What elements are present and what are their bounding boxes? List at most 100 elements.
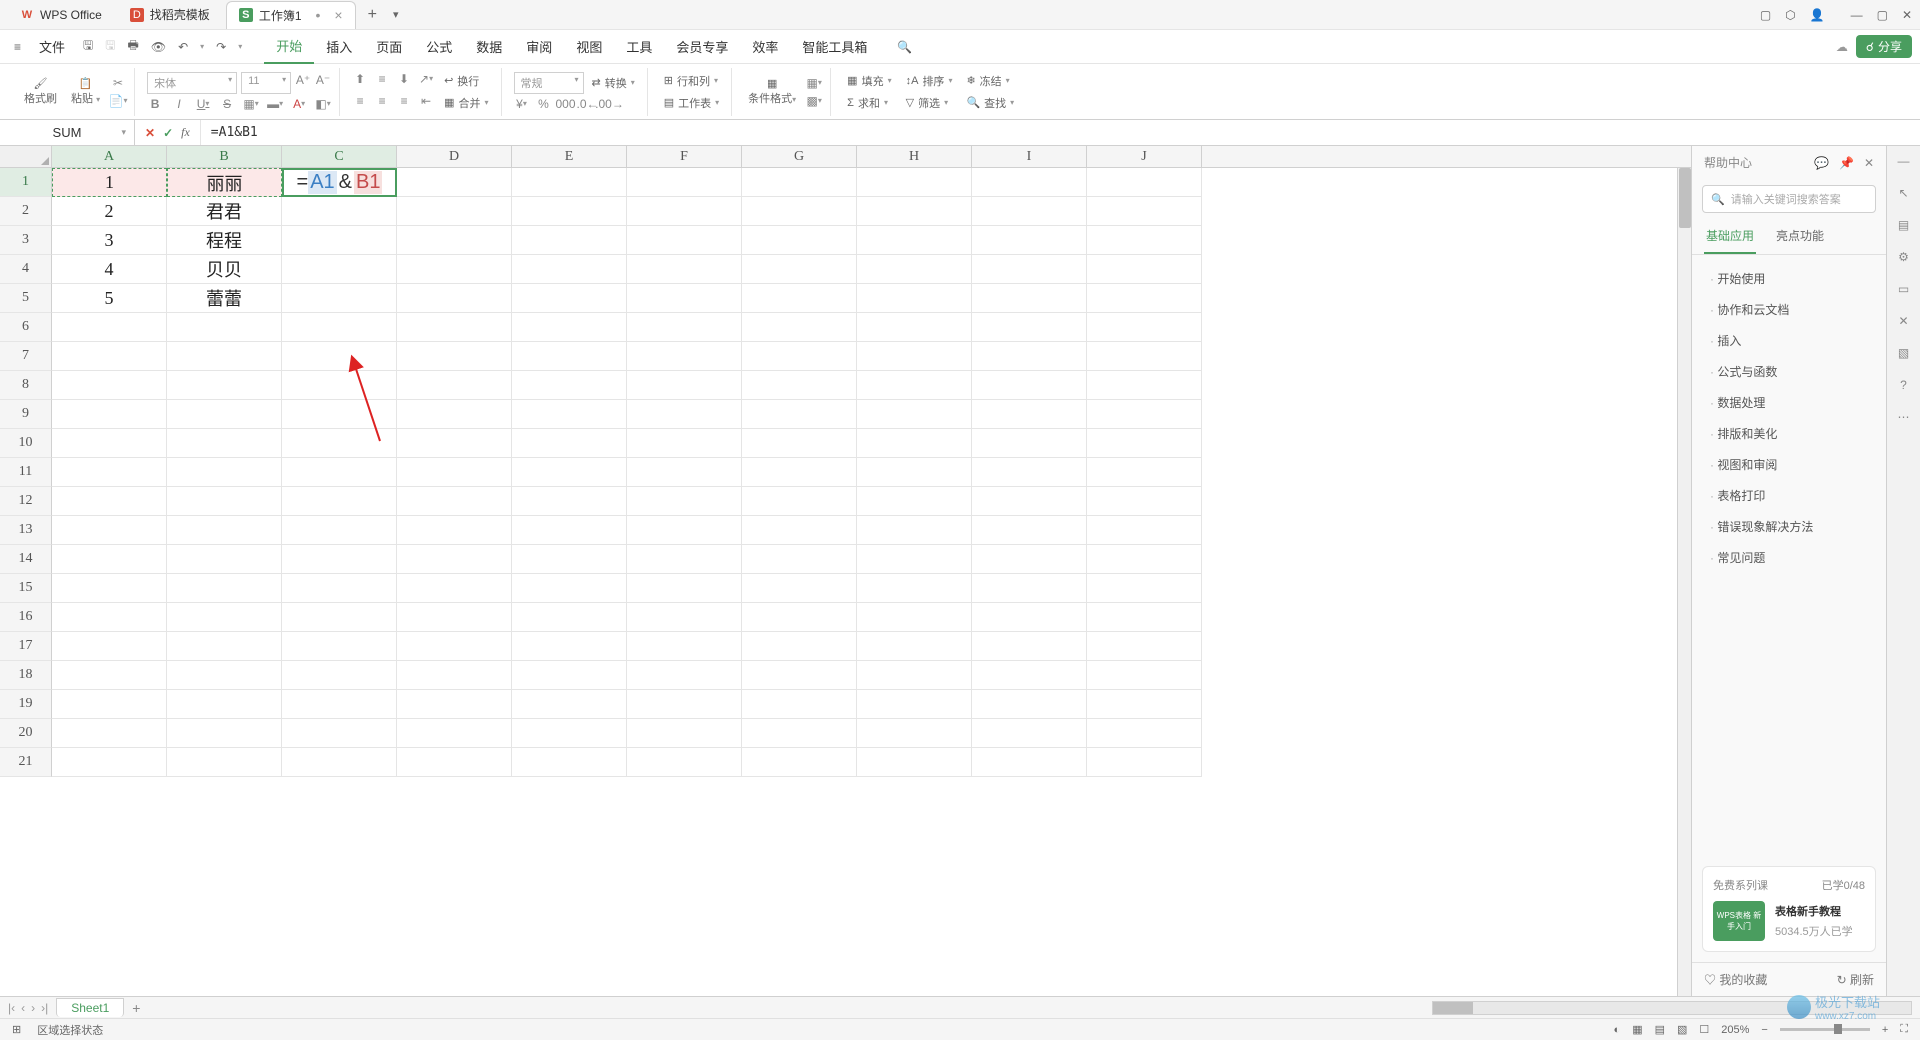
cell[interactable] [857,255,972,284]
cell[interactable] [627,690,742,719]
cell[interactable] [742,574,857,603]
comma-icon[interactable]: 000 [558,96,574,112]
select-all-corner[interactable] [0,146,52,167]
row-header[interactable]: 3 [0,226,52,255]
row-header[interactable]: 19 [0,690,52,719]
cell[interactable] [627,168,742,197]
menu-efficiency[interactable]: 效率 [740,30,790,64]
tab-close-icon[interactable]: • [316,7,321,23]
cell[interactable] [742,690,857,719]
cell[interactable] [742,487,857,516]
cell[interactable] [742,371,857,400]
cell[interactable] [1087,690,1202,719]
cell[interactable] [397,603,512,632]
cell[interactable]: 4 [52,255,167,284]
cell[interactable] [397,429,512,458]
cell[interactable] [742,748,857,777]
cell[interactable] [397,719,512,748]
scrollbar-thumb[interactable] [1679,168,1691,228]
filter-button[interactable]: ▽筛选▾ [902,93,957,113]
align-left-icon[interactable]: ≡ [352,93,368,109]
tab-docker-templates[interactable]: D 找稻壳模板 [118,1,222,29]
view-read-icon[interactable]: ☐ [1699,1023,1709,1036]
cell[interactable] [397,342,512,371]
find-button[interactable]: 🔍查找▾ [962,93,1018,113]
cell[interactable] [52,458,167,487]
cell[interactable] [397,226,512,255]
cell[interactable] [52,690,167,719]
cube-icon[interactable]: ⬡ [1785,8,1795,22]
maximize-button[interactable]: ▢ [1877,8,1888,22]
save-icon[interactable]: 🖫 [77,36,99,57]
cell[interactable] [167,719,282,748]
cell[interactable] [282,690,397,719]
col-header[interactable]: G [742,146,857,167]
horizontal-scrollbar[interactable] [1432,1001,1912,1015]
sheet-tab[interactable]: Sheet1 [56,998,124,1017]
help-item[interactable]: 协作和云文档 [1692,294,1886,325]
cell[interactable] [1087,342,1202,371]
cut-icon[interactable]: ✂ [110,75,126,91]
cell[interactable] [167,400,282,429]
font-color-button[interactable]: A▾ [291,96,307,112]
number-format-select[interactable]: 常规▾ [514,72,584,94]
cell[interactable] [972,603,1087,632]
cell[interactable] [167,371,282,400]
cell[interactable] [282,748,397,777]
my-favorites-button[interactable]: ♡ 我的收藏 [1704,971,1767,988]
cell[interactable] [972,458,1087,487]
cell[interactable] [857,632,972,661]
cell[interactable] [1087,487,1202,516]
fill-color-button[interactable]: ▬▾ [267,96,283,112]
cell[interactable] [1087,748,1202,777]
redo-dropdown-icon[interactable]: ▾ [232,42,248,51]
cell[interactable] [857,313,972,342]
cell[interactable] [167,748,282,777]
row-header[interactable]: 4 [0,255,52,284]
cell[interactable] [512,255,627,284]
highlight-button[interactable]: ◧▾ [315,96,331,112]
row-header[interactable]: 2 [0,197,52,226]
cell[interactable] [857,168,972,197]
cell[interactable] [397,516,512,545]
cell[interactable] [512,168,627,197]
cell[interactable] [397,313,512,342]
refresh-button[interactable]: ↻ 刷新 [1837,971,1874,988]
tab-add-button[interactable]: + [360,6,385,24]
strike-button[interactable]: S [219,96,235,112]
row-header[interactable]: 16 [0,603,52,632]
menu-member[interactable]: 会员专享 [664,30,740,64]
cell[interactable] [1087,313,1202,342]
cell[interactable] [742,168,857,197]
table-style-icon[interactable]: ▦▾ [806,75,822,91]
user-avatar-icon[interactable]: 👤 [1810,8,1825,22]
col-header[interactable]: D [397,146,512,167]
row-header[interactable]: 6 [0,313,52,342]
cell[interactable] [52,574,167,603]
cell[interactable] [512,632,627,661]
row-header[interactable]: 12 [0,487,52,516]
chat-icon[interactable]: 💬 [1814,156,1829,170]
cell[interactable] [167,516,282,545]
spreadsheet-grid[interactable]: A B C D E F G H I J 11丽丽=A1&B122君君33程程44… [0,146,1691,996]
cell[interactable] [972,284,1087,313]
help-item[interactable]: 公式与函数 [1692,356,1886,387]
currency-icon[interactable]: ¥▾ [514,96,530,112]
confirm-formula-icon[interactable]: ✓ [163,126,173,140]
cell[interactable] [282,603,397,632]
cell[interactable] [512,487,627,516]
col-header[interactable]: A [52,146,167,167]
cell[interactable] [972,371,1087,400]
cell[interactable] [857,284,972,313]
cell[interactable] [397,168,512,197]
help-search-input[interactable]: 🔍 请输入关键词搜索答案 [1702,185,1876,213]
menu-file[interactable]: 文件 [27,30,77,64]
cell[interactable]: 君君 [167,197,282,226]
cell[interactable] [972,574,1087,603]
cell[interactable] [52,719,167,748]
settings-tool-icon[interactable]: ⚙ [1898,250,1909,264]
cell[interactable] [627,226,742,255]
cell[interactable] [1087,255,1202,284]
row-header[interactable]: 5 [0,284,52,313]
align-middle-icon[interactable]: ≡ [374,71,390,87]
